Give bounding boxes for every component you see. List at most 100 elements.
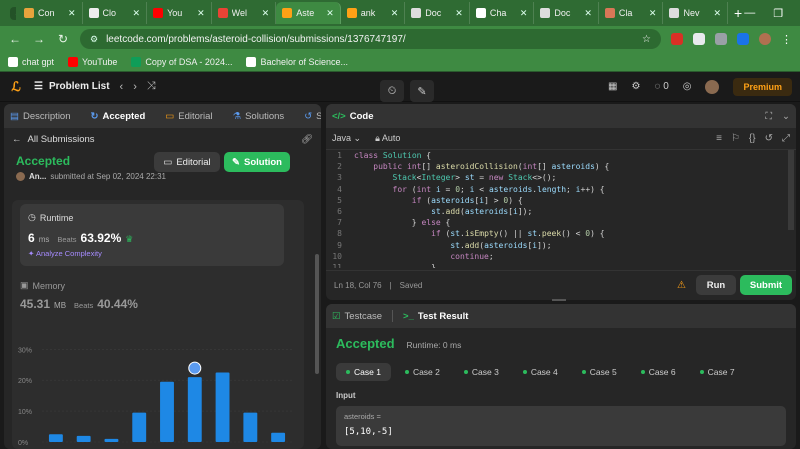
code-line[interactable]: 6 st.add(asteroids[i]); <box>326 206 786 217</box>
close-tab-icon[interactable]: ✕ <box>133 8 141 19</box>
tab-editorial[interactable]: ▭ Editorial <box>165 111 212 122</box>
tab-code[interactable]: </> Code <box>332 111 374 122</box>
chart-bar[interactable] <box>160 381 174 442</box>
case-tab[interactable]: Case 3 <box>454 363 509 381</box>
braces-icon[interactable]: {} <box>749 133 756 144</box>
code-line[interactable]: 5 if (asteroids[i] > 0) { <box>326 195 786 206</box>
run-button[interactable]: Run <box>696 275 736 295</box>
close-tab-icon[interactable]: ✕ <box>326 8 334 19</box>
author-name[interactable]: An... <box>29 172 46 181</box>
close-tab-icon[interactable]: ✕ <box>520 8 528 19</box>
maximize-icon[interactable]: ❐ <box>773 7 783 20</box>
runtime-distribution-chart[interactable]: 30% 20% 10% 0% <box>12 330 304 449</box>
profile-avatar[interactable] <box>759 33 771 45</box>
leetcode-logo[interactable]: ℒ <box>8 79 24 95</box>
browser-tab[interactable]: Doc ✕ <box>534 2 599 24</box>
browser-tab[interactable]: ank ✕ <box>341 2 406 24</box>
close-tab-icon[interactable]: ✕ <box>584 8 592 19</box>
chart-bar[interactable] <box>243 412 258 442</box>
tab-submiss[interactable]: ↺Submiss <box>304 111 321 122</box>
browser-tab[interactable]: Clo ✕ <box>83 2 148 24</box>
code-line[interactable]: 10 continue; <box>326 251 786 262</box>
bookmark-item[interactable]: Bachelor of Science... <box>246 56 348 67</box>
chart-bar[interactable] <box>48 434 63 442</box>
settings-icon[interactable]: ⚙ <box>631 81 640 92</box>
browser-tab[interactable]: Aste ✕ <box>276 2 341 24</box>
reload-icon[interactable]: ↻ <box>56 32 70 46</box>
prev-problem-icon[interactable]: ‹ <box>120 81 124 93</box>
tab-accepted[interactable]: ↻ Accepted <box>91 111 146 122</box>
close-tab-icon[interactable]: ✕ <box>713 8 721 19</box>
code-line[interactable]: 8 if (st.isEmpty() || st.peek() < 0) { <box>326 228 786 239</box>
fullscreen-icon[interactable]: ⤢ <box>782 133 790 144</box>
case-tab[interactable]: Case 6 <box>631 363 686 381</box>
code-line[interactable]: 2 public int[] asteroidCollision(int[] a… <box>326 161 786 172</box>
code-line[interactable]: 1 class Solution { <box>326 150 786 161</box>
close-tab-icon[interactable]: ✕ <box>455 8 463 19</box>
bookmark-icon[interactable]: ⚐ <box>731 133 740 144</box>
timer-icon[interactable]: ⏲ <box>380 80 404 102</box>
close-tab-icon[interactable]: ✕ <box>262 8 270 19</box>
reset-icon[interactable]: ↺ <box>765 133 773 144</box>
browser-tab[interactable]: Con ✕ <box>18 2 83 24</box>
minimize-icon[interactable]: — <box>744 7 755 20</box>
code-scrollbar[interactable] <box>788 150 794 230</box>
layout-icon[interactable]: ▦ <box>608 81 617 92</box>
runtime-box[interactable]: ◷ Runtime 6 ms Beats 63.92% ♛ ✦ Analyze … <box>20 204 284 266</box>
bookmark-star-icon[interactable]: ☆ <box>642 34 651 45</box>
bookmark-item[interactable]: chat gpt <box>8 56 54 67</box>
all-submissions-link[interactable]: ← All Submissions 🔗︎ <box>4 128 321 150</box>
new-tab-button[interactable]: + <box>734 5 742 21</box>
left-scrollbar[interactable] <box>315 254 319 374</box>
editorial-button[interactable]: ▭ Editorial <box>154 152 220 172</box>
url-bar[interactable]: ⚙ leetcode.com/problems/asteroid-collisi… <box>80 29 661 49</box>
close-tab-icon[interactable]: ✕ <box>197 8 205 19</box>
chart-bar[interactable] <box>104 438 119 442</box>
link-icon[interactable]: 🔗︎ <box>301 134 313 145</box>
panel-resize-handle[interactable] <box>552 299 566 301</box>
code-editor[interactable]: 1 class Solution {2 public int[] asteroid… <box>326 150 786 268</box>
tab-testcase[interactable]: ☑ Testcase <box>332 311 382 322</box>
code-line[interactable]: 4 for (int i = 0; i < asteroids.length; … <box>326 184 786 195</box>
back-icon[interactable]: ← <box>8 32 22 46</box>
debug-icon[interactable]: ⚠ <box>677 280 686 291</box>
code-line[interactable]: 7 } else { <box>326 217 786 228</box>
chart-bar[interactable] <box>187 377 202 442</box>
close-tab-icon[interactable]: ✕ <box>68 8 76 19</box>
problem-list-button[interactable]: ☰ Problem List <box>34 81 110 92</box>
browser-tab[interactable]: Cla ✕ <box>599 2 664 24</box>
case-tab[interactable]: Case 1 <box>336 363 391 381</box>
browser-tab[interactable]: Wel ✕ <box>212 2 277 24</box>
notes-icon[interactable]: ✎ <box>410 80 434 102</box>
solution-button[interactable]: ✎ Solution <box>224 152 290 172</box>
close-tab-icon[interactable]: ✕ <box>391 8 399 19</box>
browser-tab[interactable]: Doc ✕ <box>405 2 470 24</box>
code-line[interactable]: 11 } <box>326 262 786 268</box>
language-select[interactable]: Java ⌄ <box>332 133 361 144</box>
code-line[interactable]: 9 st.add(asteroids[i]); <box>326 240 786 251</box>
case-tab[interactable]: Case 2 <box>395 363 450 381</box>
tab-description[interactable]: ▤ Description <box>10 111 71 122</box>
chart-bar[interactable] <box>215 372 230 442</box>
menu-dots-icon[interactable]: ⋮ <box>781 33 792 46</box>
tab-solutions[interactable]: ⚗ Solutions <box>233 111 285 122</box>
bookmark-item[interactable]: YouTube <box>68 56 117 67</box>
case-tab[interactable]: Case 7 <box>690 363 745 381</box>
notification-icon[interactable]: ◎ <box>683 81 692 92</box>
minimize-panel-icon[interactable]: ⌄ <box>782 111 790 122</box>
chart-bar[interactable] <box>76 435 91 442</box>
tab-test-result[interactable]: >_ Test Result <box>403 311 468 322</box>
user-avatar[interactable] <box>705 79 720 94</box>
forward-icon[interactable]: → <box>32 32 46 46</box>
shuffle-icon[interactable]: ⤨ <box>147 80 156 93</box>
browser-tab[interactable]: You ✕ <box>147 2 212 24</box>
extension-icon[interactable] <box>671 33 683 45</box>
case-tab[interactable]: Case 5 <box>572 363 627 381</box>
format-icon[interactable]: ≡ <box>716 133 722 144</box>
submit-button[interactable]: Submit <box>740 275 792 295</box>
memory-box[interactable]: ▣ Memory 45.31 MB Beats 40.44% <box>20 276 284 316</box>
premium-button[interactable]: Premium <box>733 77 792 96</box>
your-submission-marker[interactable] <box>188 361 202 375</box>
streak[interactable]: ◌ 0 <box>654 81 668 92</box>
expand-icon[interactable]: ⛶ <box>765 111 772 122</box>
